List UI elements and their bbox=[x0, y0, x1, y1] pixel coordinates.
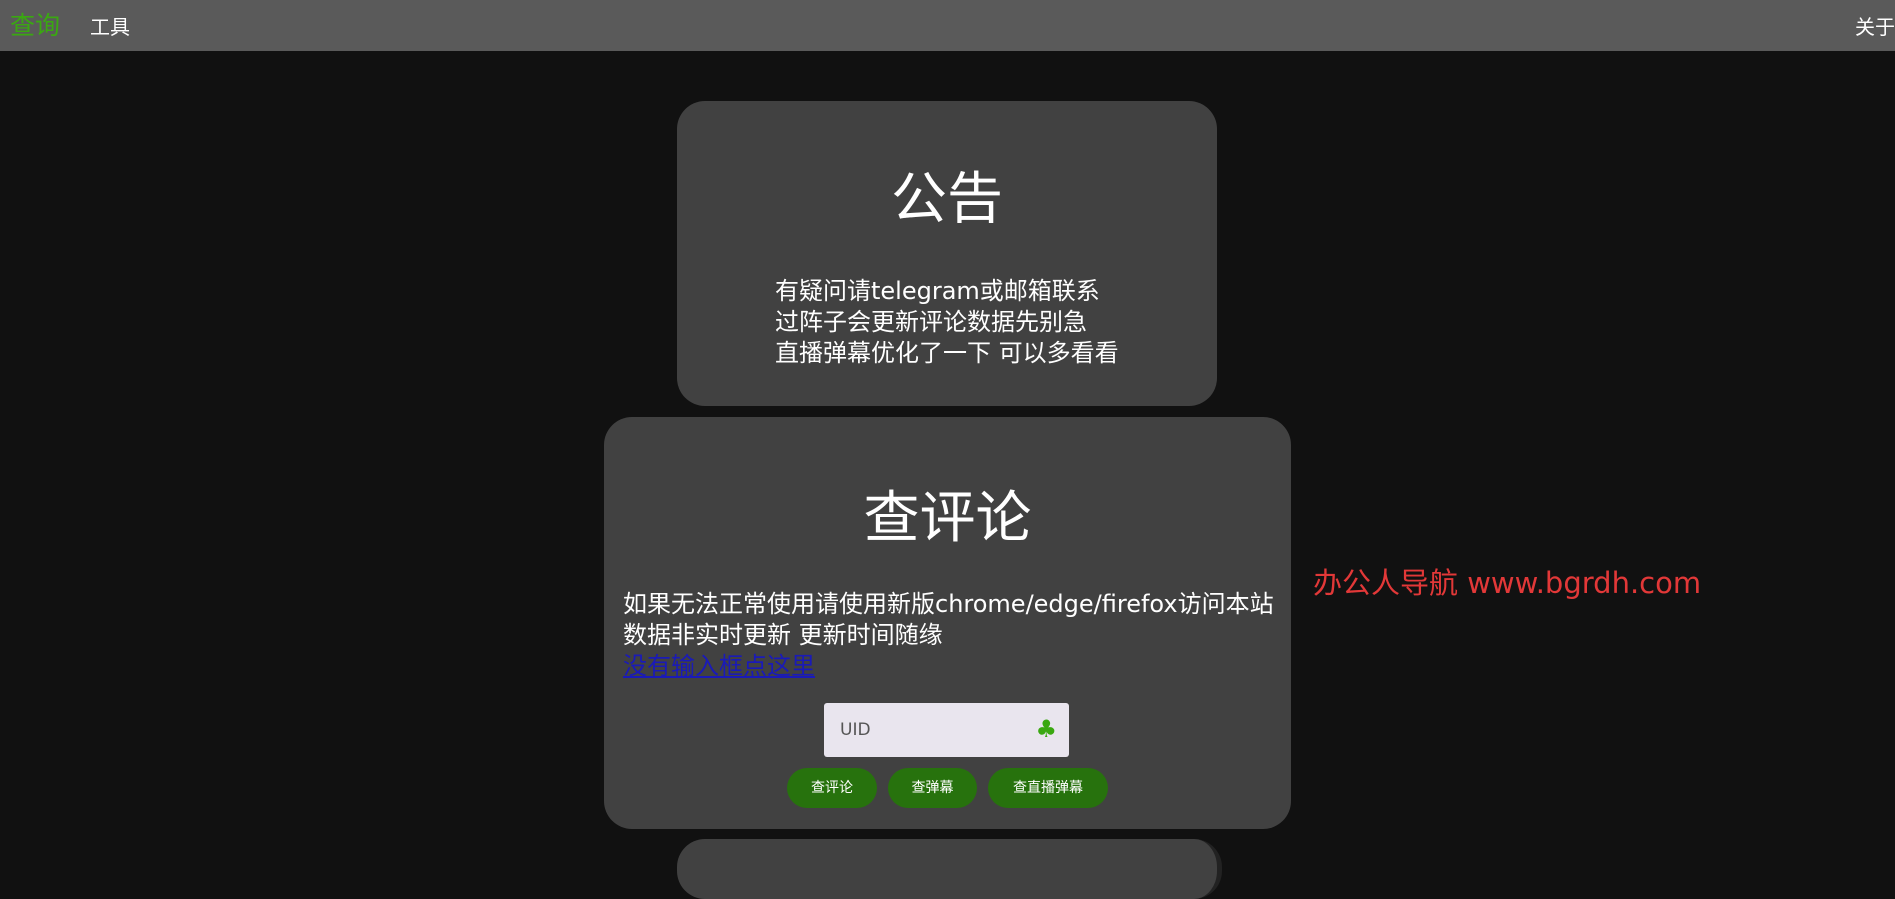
query-title: 查评论 bbox=[863, 486, 1032, 551]
nav-tools-link[interactable]: 工具 bbox=[90, 11, 130, 40]
watermark-text: 办公人导航 www.bgrdh.com bbox=[1313, 566, 1702, 600]
info-line: 如果无法正常使用请使用新版chrome/edge/firefox访问本站 bbox=[623, 590, 1274, 618]
query-comment-button[interactable]: 查评论 bbox=[787, 768, 877, 808]
next-card-partial bbox=[677, 839, 1222, 899]
notice-title: 公告 bbox=[891, 167, 1003, 232]
uid-field[interactable]: ♣ bbox=[824, 703, 1069, 757]
notice-card: 公告 有疑问请telegram或邮箱联系 过阵子会更新评论数据先别急 直播弹幕优… bbox=[677, 101, 1217, 406]
query-info: 如果无法正常使用请使用新版chrome/edge/firefox访问本站 数据非… bbox=[623, 589, 1274, 682]
notice-text: 有疑问请telegram或邮箱联系 过阵子会更新评论数据先别急 直播弹幕优化了一… bbox=[775, 276, 1119, 369]
uid-input[interactable] bbox=[824, 703, 1040, 757]
query-live-danmaku-button[interactable]: 查直播弹幕 bbox=[988, 768, 1108, 808]
query-card: 查评论 如果无法正常使用请使用新版chrome/edge/firefox访问本站… bbox=[604, 417, 1291, 829]
notice-line: 过阵子会更新评论数据先别急 bbox=[775, 308, 1087, 336]
notice-line: 直播弹幕优化了一下 可以多看看 bbox=[775, 339, 1119, 367]
top-nav-bar: 查询 工具 关于 bbox=[0, 0, 1895, 51]
nav-about-link[interactable]: 关于 bbox=[1855, 11, 1895, 40]
clover-icon: ♣ bbox=[1035, 715, 1057, 743]
no-input-help-link[interactable]: 没有输入框点这里 bbox=[623, 651, 1274, 682]
query-danmaku-button[interactable]: 查弹幕 bbox=[888, 768, 977, 808]
info-line: 数据非实时更新 更新时间随缘 bbox=[623, 621, 943, 649]
notice-line: 有疑问请telegram或邮箱联系 bbox=[775, 277, 1100, 305]
nav-query-link[interactable]: 查询 bbox=[10, 6, 60, 42]
